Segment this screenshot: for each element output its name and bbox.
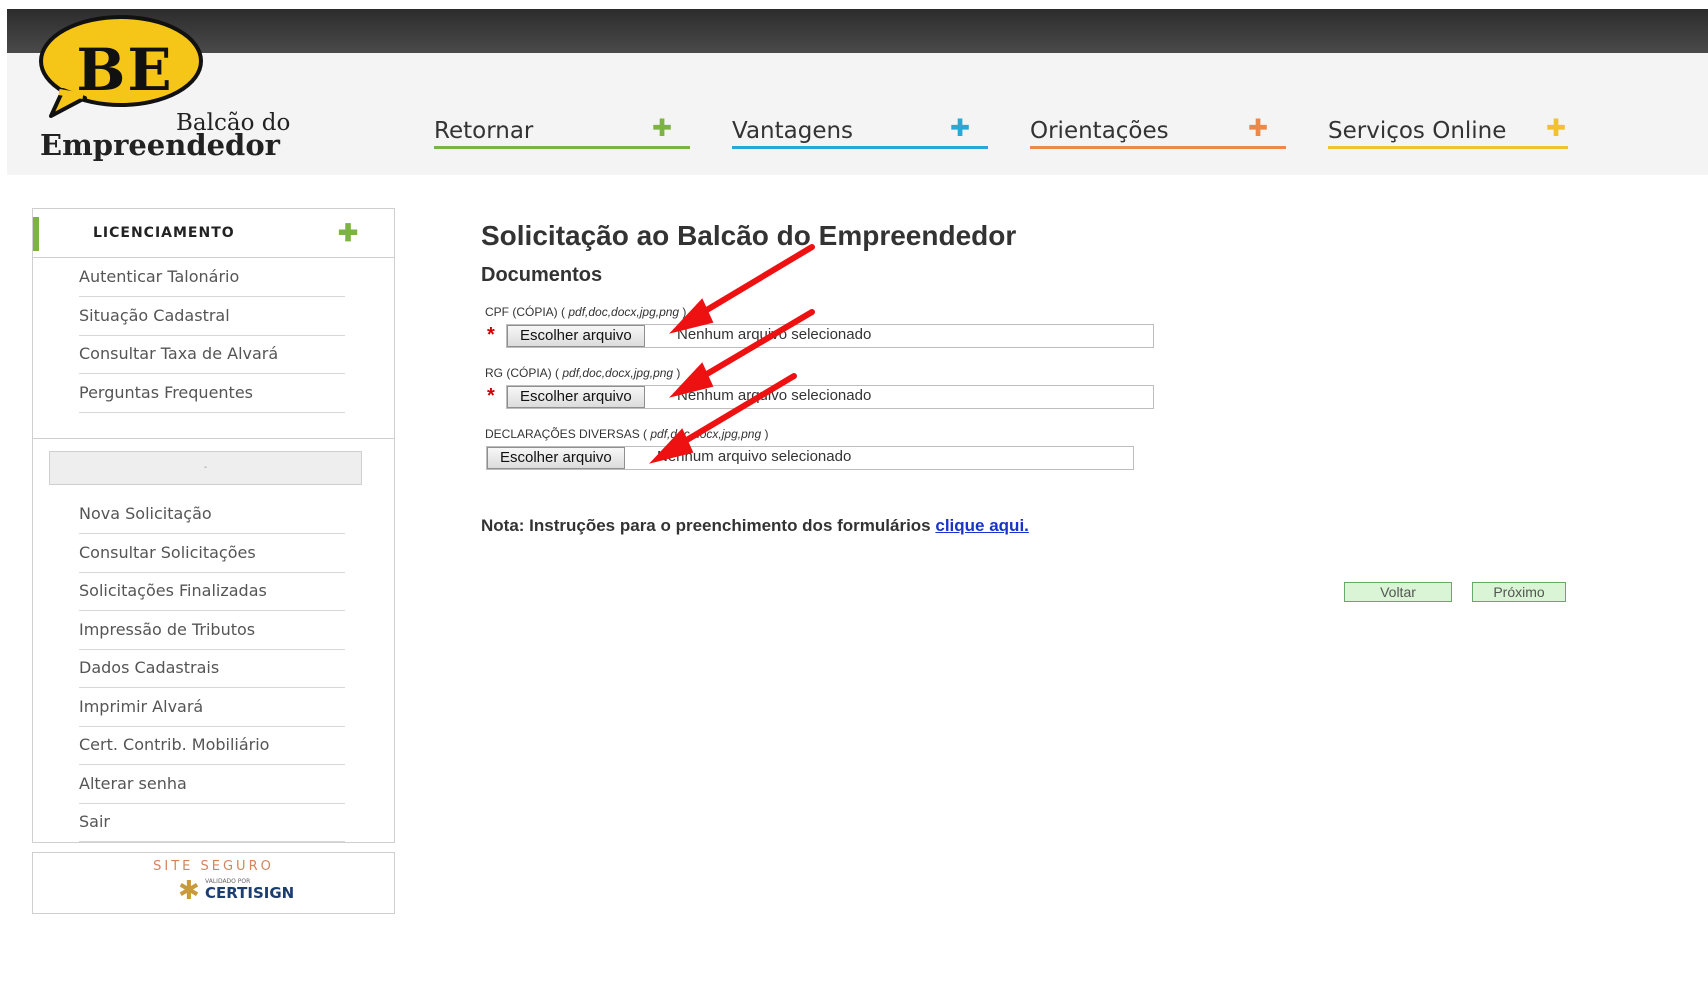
sidebar-item-situacao-cadastral[interactable]: Situação Cadastral — [79, 297, 345, 336]
nav-label: Retornar — [434, 118, 534, 144]
nav-label: Orientações — [1030, 118, 1169, 144]
sidebar-item-perguntas-frequentes[interactable]: Perguntas Frequentes — [79, 374, 345, 413]
section-title: Documentos — [481, 264, 603, 286]
secure-site-seal[interactable]: SITE SEGURO ✱ VALIDADO POR CERTISIGN — [32, 852, 395, 914]
sidebar-divider — [33, 438, 394, 439]
field-label-text: RG (CÓPIA) ( — [485, 366, 563, 380]
note-text: Nota: Instruções para o preenchimento do… — [481, 516, 936, 535]
cpf-field-label: CPF (CÓPIA) ( pdf,doc,docx,jpg,png ) — [485, 305, 686, 319]
field-hint: pdf,doc,docx,jpg,png — [650, 427, 762, 441]
declaracoes-file-input[interactable]: Escolher arquivo Nenhum arquivo selecion… — [486, 446, 1134, 470]
plus-icon[interactable]: ✚ — [338, 219, 358, 248]
plus-icon: ✚ — [1247, 114, 1268, 142]
instructions-note: Nota: Instruções para o preenchimento do… — [481, 516, 1029, 536]
field-hint: pdf,doc,docx,jpg,png — [562, 366, 674, 380]
nav-retornar[interactable]: Retornar ✚ — [434, 114, 690, 149]
nav-orientacoes[interactable]: Orientações ✚ — [1030, 114, 1286, 149]
sidebar: LICENCIAMENTO ✚ Autenticar Talonário Sit… — [32, 208, 395, 843]
choose-file-button[interactable]: Escolher arquivo — [487, 447, 625, 469]
file-status: Nenhum arquivo selecionado — [657, 448, 852, 465]
sidebar-item-imprimir-alvara[interactable]: Imprimir Alvará — [79, 688, 345, 727]
seal-title: SITE SEGURO — [153, 859, 274, 874]
required-marker: * — [487, 324, 495, 346]
nav-servicos-online[interactable]: Serviços Online ✚ — [1328, 114, 1568, 149]
rg-file-input[interactable]: Escolher arquivo Nenhum arquivo selecion… — [506, 385, 1154, 409]
sidebar-header[interactable]: LICENCIAMENTO ✚ — [33, 209, 394, 258]
next-button[interactable]: Próximo — [1472, 582, 1566, 602]
sidebar-item-cert-contrib-mobiliario[interactable]: Cert. Contrib. Mobiliário — [79, 726, 345, 765]
nav-vantagens[interactable]: Vantagens ✚ — [732, 114, 988, 149]
page-title: Solicitação ao Balcão do Empreendedor — [481, 220, 1017, 251]
sidebar-accent-bar — [33, 217, 39, 251]
choose-file-button[interactable]: Escolher arquivo — [507, 386, 645, 408]
logo-text-line2: Empreendedor — [40, 128, 280, 162]
back-button[interactable]: Voltar — [1344, 582, 1452, 602]
field-suffix: ) — [673, 366, 681, 380]
field-suffix: ) — [679, 305, 687, 319]
sidebar-title: LICENCIAMENTO — [93, 225, 235, 241]
nav-label: Vantagens — [732, 118, 854, 144]
certisign-star-icon: ✱ — [178, 875, 200, 905]
sidebar-item-consultar-taxa[interactable]: Consultar Taxa de Alvará — [79, 335, 345, 374]
file-status: Nenhum arquivo selecionado — [677, 326, 872, 343]
field-suffix: ) — [761, 427, 769, 441]
sidebar-item-alterar-senha[interactable]: Alterar senha — [79, 765, 345, 804]
sidebar-box: - — [49, 451, 362, 485]
instructions-link[interactable]: clique aqui. — [935, 516, 1029, 535]
cpf-file-input[interactable]: Escolher arquivo Nenhum arquivo selecion… — [506, 324, 1154, 348]
top-bar — [7, 9, 1708, 53]
field-label-text: DECLARAÇÕES DIVERSAS ( — [485, 427, 651, 441]
plus-icon: ✚ — [949, 114, 970, 142]
plus-icon: ✚ — [651, 114, 672, 142]
required-marker: * — [487, 385, 495, 407]
declaracoes-field-label: DECLARAÇÕES DIVERSAS ( pdf,doc,docx,jpg,… — [485, 427, 768, 441]
field-label-text: CPF (CÓPIA) ( — [485, 305, 569, 319]
arrow-1-icon — [687, 244, 815, 323]
seal-brand: CERTISIGN — [205, 884, 295, 902]
sidebar-item-sair[interactable]: Sair — [79, 803, 345, 842]
plus-icon: ✚ — [1545, 114, 1566, 142]
nav-label: Serviços Online — [1328, 118, 1507, 144]
sidebar-item-dados-cadastrais[interactable]: Dados Cadastrais — [79, 649, 345, 688]
sidebar-item-consultar-solicitacoes[interactable]: Consultar Solicitações — [79, 534, 345, 573]
sidebar-item-autenticar-talonario[interactable]: Autenticar Talonário — [79, 258, 345, 297]
rg-field-label: RG (CÓPIA) ( pdf,doc,docx,jpg,png ) — [485, 366, 680, 380]
arrow-2-icon — [687, 309, 815, 387]
field-hint: pdf,doc,docx,jpg,png — [568, 305, 680, 319]
sidebar-item-nova-solicitacao[interactable]: Nova Solicitação — [79, 495, 345, 534]
file-status: Nenhum arquivo selecionado — [677, 387, 872, 404]
logo-mark: BE — [76, 36, 174, 104]
sidebar-item-solicitacoes-finalizadas[interactable]: Solicitações Finalizadas — [79, 572, 345, 611]
choose-file-button[interactable]: Escolher arquivo — [507, 325, 645, 347]
sidebar-item-impressao-tributos[interactable]: Impressão de Tributos — [79, 611, 345, 650]
